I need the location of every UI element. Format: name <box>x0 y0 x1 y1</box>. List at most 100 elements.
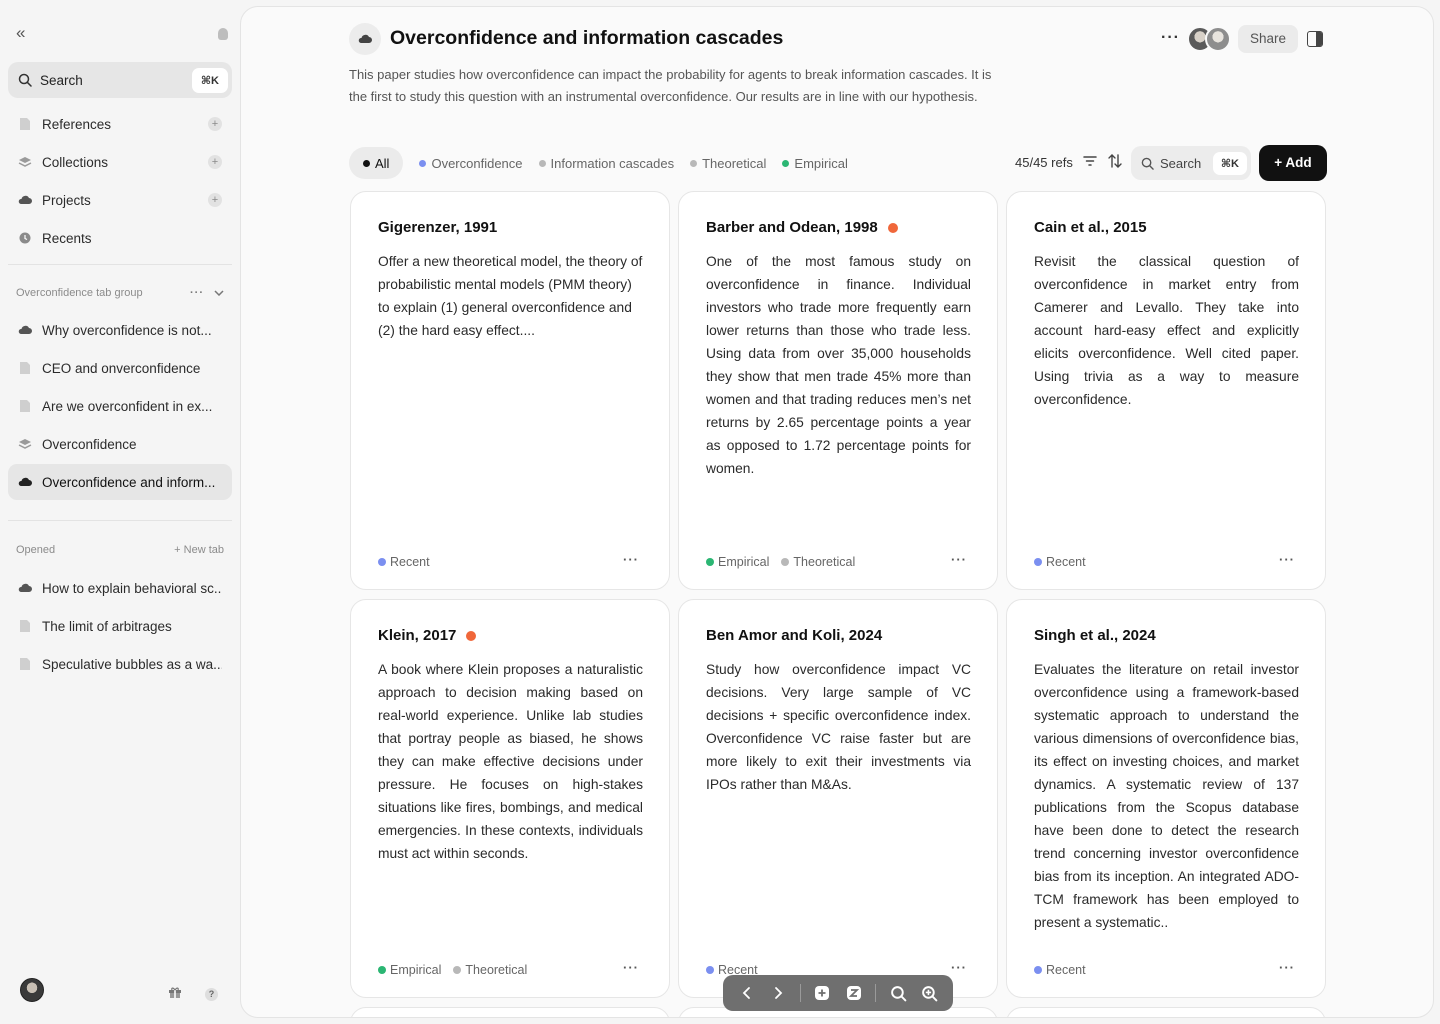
zotero-button[interactable] <box>838 977 869 1009</box>
card-tags: Recent <box>1034 555 1098 569</box>
card-title: Barber and Odean, 1998 <box>706 219 898 236</box>
tag-recent[interactable]: Recent <box>378 555 430 569</box>
tag-recent[interactable]: Recent <box>1034 555 1086 569</box>
search-label: Search <box>1160 155 1202 171</box>
more-icon[interactable]: ··· <box>190 287 204 299</box>
chip-label: Empirical <box>794 155 848 171</box>
filter-chip-empirical[interactable]: Empirical <box>782 155 848 171</box>
tag-empirical[interactable]: Empirical <box>378 963 441 977</box>
card-title: Klein, 2017 <box>378 627 477 644</box>
document-icon <box>18 619 32 633</box>
cloud-icon <box>18 475 32 489</box>
add-collection-icon[interactable]: + <box>208 155 222 169</box>
search-button[interactable] <box>882 977 913 1009</box>
zoom-in-button[interactable] <box>914 977 945 1009</box>
reference-card[interactable]: Klein, 2017 A book where Klein proposes … <box>350 599 670 998</box>
references-search[interactable]: Search ⌘K <box>1131 146 1251 180</box>
card-title-text: Cain et al., 2015 <box>1034 219 1147 236</box>
tag-theoretical[interactable]: Theoretical <box>781 555 855 569</box>
document-icon <box>18 657 32 671</box>
filter-icon[interactable] <box>1083 154 1097 172</box>
filter-chip-overconfidence[interactable]: Overconfidence <box>419 156 523 171</box>
dot-icon <box>363 159 370 167</box>
share-button[interactable]: Share <box>1238 25 1298 53</box>
tag-theoretical[interactable]: Theoretical <box>453 963 527 977</box>
dot-icon <box>378 558 386 566</box>
user-avatar[interactable] <box>20 978 44 1002</box>
search-shortcut: ⌘K <box>1212 151 1247 175</box>
sidebar-item-collections[interactable]: Collections + <box>8 145 232 179</box>
card-more-icon[interactable]: ··· <box>951 552 967 567</box>
add-reference-icon[interactable]: + <box>208 117 222 131</box>
more-options-icon[interactable]: ··· <box>1161 29 1180 47</box>
reference-card[interactable]: Gigerenzer, 1991 Offer a new theoretical… <box>350 191 670 590</box>
back-button[interactable] <box>731 977 762 1009</box>
search-shortcut: ⌘K <box>191 67 228 93</box>
document-icon <box>18 399 32 413</box>
card-more-icon[interactable]: ··· <box>951 960 967 975</box>
forward-button[interactable] <box>762 977 793 1009</box>
filter-chip-theoretical[interactable]: Theoretical <box>690 156 766 171</box>
card-more-icon[interactable]: ··· <box>623 960 639 975</box>
collaborator-avatars[interactable] <box>1187 26 1231 52</box>
notification-icon[interactable] <box>218 28 228 40</box>
sort-icon[interactable] <box>1107 153 1123 174</box>
sidebar-search[interactable]: Search ⌘K <box>8 62 232 98</box>
filter-chip-information-cascades[interactable]: Information cascades <box>538 156 674 171</box>
tag-recent[interactable]: Recent <box>1034 963 1086 977</box>
dot-icon <box>781 558 790 566</box>
new-tab-button[interactable]: + New tab <box>174 544 224 556</box>
sidebar-item-references[interactable]: References + <box>8 107 232 141</box>
card-title: Gigerenzer, 1991 <box>378 219 497 236</box>
card-body: Offer a new theoretical model, the theor… <box>378 254 643 338</box>
dot-icon <box>782 159 790 167</box>
sidebar-item-opened[interactable]: The limit of arbitrages <box>8 609 232 643</box>
card-title: Singh et al., 2024 <box>1034 627 1156 644</box>
gift-icon[interactable] <box>168 986 182 1004</box>
sidebar-item-label: CEO and onverconfidence <box>42 360 201 376</box>
divider <box>799 984 801 1002</box>
chevron-left-icon <box>742 987 750 999</box>
card-more-icon[interactable]: ··· <box>1279 552 1295 567</box>
refs-count: 45/45 refs <box>1015 155 1073 170</box>
sidebar-item-label: Overconfidence <box>42 436 137 452</box>
reference-card[interactable]: Ben Amor and Koli, 2024 Study how overco… <box>678 599 998 998</box>
add-project-icon[interactable]: + <box>208 193 222 207</box>
sidebar-item-recents[interactable]: Recents <box>8 221 232 255</box>
toggle-panel-icon[interactable] <box>1307 31 1323 47</box>
reference-card[interactable] <box>1006 1007 1326 1017</box>
card-title-text: Gigerenzer, 1991 <box>378 219 498 236</box>
add-reference-button[interactable]: + Add <box>1259 145 1327 181</box>
search-icon <box>1141 157 1154 170</box>
add-button[interactable] <box>807 977 838 1009</box>
card-tags: Recent <box>378 555 442 569</box>
sidebar-item-label: Projects <box>42 192 91 208</box>
card-body: Revisit the classical question of overco… <box>1034 254 1299 407</box>
sidebar-item-tab[interactable]: CEO and onverconfidence <box>8 351 232 385</box>
reference-card[interactable]: Singh et al., 2024 Evaluates the literat… <box>1006 599 1326 998</box>
sidebar-item-projects[interactable]: Projects + <box>8 183 232 217</box>
filter-chips: All Overconfidence Information cascades … <box>349 147 864 179</box>
chip-label: All <box>375 155 390 171</box>
collapse-sidebar-icon[interactable]: « <box>16 24 34 42</box>
sidebar-item-tab[interactable]: Overconfidence <box>8 427 232 461</box>
help-icon[interactable]: ? <box>205 988 218 1001</box>
sidebar-item-opened[interactable]: Speculative bubbles as a wa... <box>8 647 232 681</box>
zoom-in-icon <box>922 985 938 1001</box>
sidebar-item-tab[interactable]: Are we overconfident in ex... <box>8 389 232 423</box>
tag-label: Empirical <box>718 555 770 569</box>
chevron-down-icon[interactable] <box>214 287 224 299</box>
card-body: A book where Klein proposes a naturalist… <box>378 662 643 861</box>
sidebar-item-tab-active[interactable]: Overconfidence and inform... <box>8 464 232 500</box>
card-more-icon[interactable]: ··· <box>623 552 639 567</box>
filter-chip-all[interactable]: All <box>349 147 404 179</box>
reference-card[interactable] <box>350 1007 670 1017</box>
reference-card[interactable]: Cain et al., 2015 Revisit the classical … <box>1006 191 1326 590</box>
card-tags: Empirical Theoretical <box>706 555 867 569</box>
sidebar-item-opened[interactable]: How to explain behavioral sc... <box>8 571 232 605</box>
reference-card[interactable]: Barber and Odean, 1998 One of the most f… <box>678 191 998 590</box>
project-icon[interactable] <box>349 23 381 55</box>
tag-empirical[interactable]: Empirical <box>706 555 769 569</box>
sidebar-item-tab[interactable]: Why overconfidence is not... <box>8 313 232 347</box>
card-more-icon[interactable]: ··· <box>1279 960 1295 975</box>
